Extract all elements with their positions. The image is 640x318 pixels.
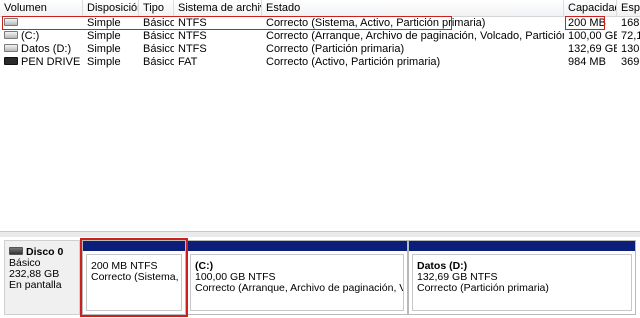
usb-drive-icon xyxy=(4,57,18,66)
capacity-cell: 200 MB xyxy=(568,17,606,29)
partition-status: Correcto (Partición primaria) xyxy=(417,282,549,294)
table-row[interactable]: (C:) Simple Básico NTFS Correcto (Arranq… xyxy=(0,30,640,43)
filesystem-cell: NTFS xyxy=(178,43,207,55)
status-cell: Correcto (Activo, Partición primaria) xyxy=(266,56,441,68)
column-header-free-space[interactable]: Espa xyxy=(617,0,640,16)
type-cell: Básico xyxy=(143,17,174,29)
capacity-cell: 132,69 GB xyxy=(568,43,617,55)
capacity-cell: 984 MB xyxy=(568,56,606,68)
volume-name-cell xyxy=(0,17,83,30)
column-header-capacity[interactable]: Capacidad xyxy=(564,0,617,16)
partition-color-band xyxy=(83,241,185,251)
partition-c[interactable]: (C:) 100,00 GB NTFS Correcto (Arranque, … xyxy=(186,240,408,315)
partition-system-reserved[interactable]: 200 MB NTFS Correcto (Sistema, Act xyxy=(82,240,186,315)
partition-status: Correcto (Arranque, Archivo de paginació… xyxy=(195,282,403,294)
column-header-filesystem[interactable]: Sistema de archivos xyxy=(174,0,262,16)
type-cell: Básico xyxy=(143,43,174,55)
table-row[interactable]: PEN DRIVE (G:) Simple Básico FAT Correct… xyxy=(0,56,640,69)
status-cell: Correcto (Arranque, Archivo de paginació… xyxy=(266,30,564,42)
layout-cell: Simple xyxy=(87,17,121,29)
partition-body: Datos (D:) 132,69 GB NTFS Correcto (Part… xyxy=(412,254,632,311)
free-space-cell: 369 M xyxy=(621,56,640,68)
column-header-status[interactable]: Estado xyxy=(262,0,564,16)
column-header-layout[interactable]: Disposición xyxy=(83,0,139,16)
layout-cell: Simple xyxy=(87,43,121,55)
filesystem-cell: FAT xyxy=(178,56,198,68)
filesystem-cell: NTFS xyxy=(178,17,207,29)
table-row[interactable]: Simple Básico NTFS Correcto (Sistema, Ac… xyxy=(0,17,640,30)
disk-icon xyxy=(9,247,23,256)
status-cell: Correcto (Sistema, Activo, Partición pri… xyxy=(266,17,486,29)
capacity-cell: 100,00 GB xyxy=(568,30,617,42)
filesystem-cell: NTFS xyxy=(178,30,207,42)
partition-status: Correcto (Sistema, Act xyxy=(91,271,181,283)
column-header-volume[interactable]: Volumen xyxy=(0,0,83,16)
layout-cell: Simple xyxy=(87,56,121,68)
disk-state: En pantalla xyxy=(9,279,62,291)
table-row[interactable]: Datos (D:) Simple Básico NTFS Correcto (… xyxy=(0,43,640,56)
free-space-cell: 168 MB xyxy=(621,17,640,29)
status-cell: Correcto (Partición primaria) xyxy=(266,43,405,55)
type-cell: Básico xyxy=(143,56,174,68)
partition-body: 200 MB NTFS Correcto (Sistema, Act xyxy=(86,254,182,311)
partition-body: (C:) 100,00 GB NTFS Correcto (Arranque, … xyxy=(190,254,404,311)
volume-name-cell: PEN DRIVE (G:) xyxy=(0,56,83,69)
hard-drive-icon xyxy=(4,31,18,40)
partition-color-band xyxy=(187,241,407,251)
type-cell: Básico xyxy=(143,30,174,42)
column-header-type[interactable]: Tipo xyxy=(139,0,174,16)
partition-color-band xyxy=(409,241,635,251)
free-space-cell: 72,11 xyxy=(621,30,640,42)
hard-drive-icon xyxy=(4,18,18,27)
free-space-cell: 130,2 xyxy=(621,43,640,55)
hard-drive-icon xyxy=(4,44,18,53)
disk-map: Disco 0 Básico 232,88 GB En pantalla 200… xyxy=(0,237,640,318)
column-header-row: Volumen Disposición Tipo Sistema de arch… xyxy=(0,0,640,17)
volume-name-cell: Datos (D:) xyxy=(0,43,83,56)
volume-name-cell: (C:) xyxy=(0,30,83,43)
partition-d[interactable]: Datos (D:) 132,69 GB NTFS Correcto (Part… xyxy=(408,240,636,315)
layout-cell: Simple xyxy=(87,30,121,42)
disk-info-panel[interactable]: Disco 0 Básico 232,88 GB En pantalla xyxy=(4,240,80,315)
